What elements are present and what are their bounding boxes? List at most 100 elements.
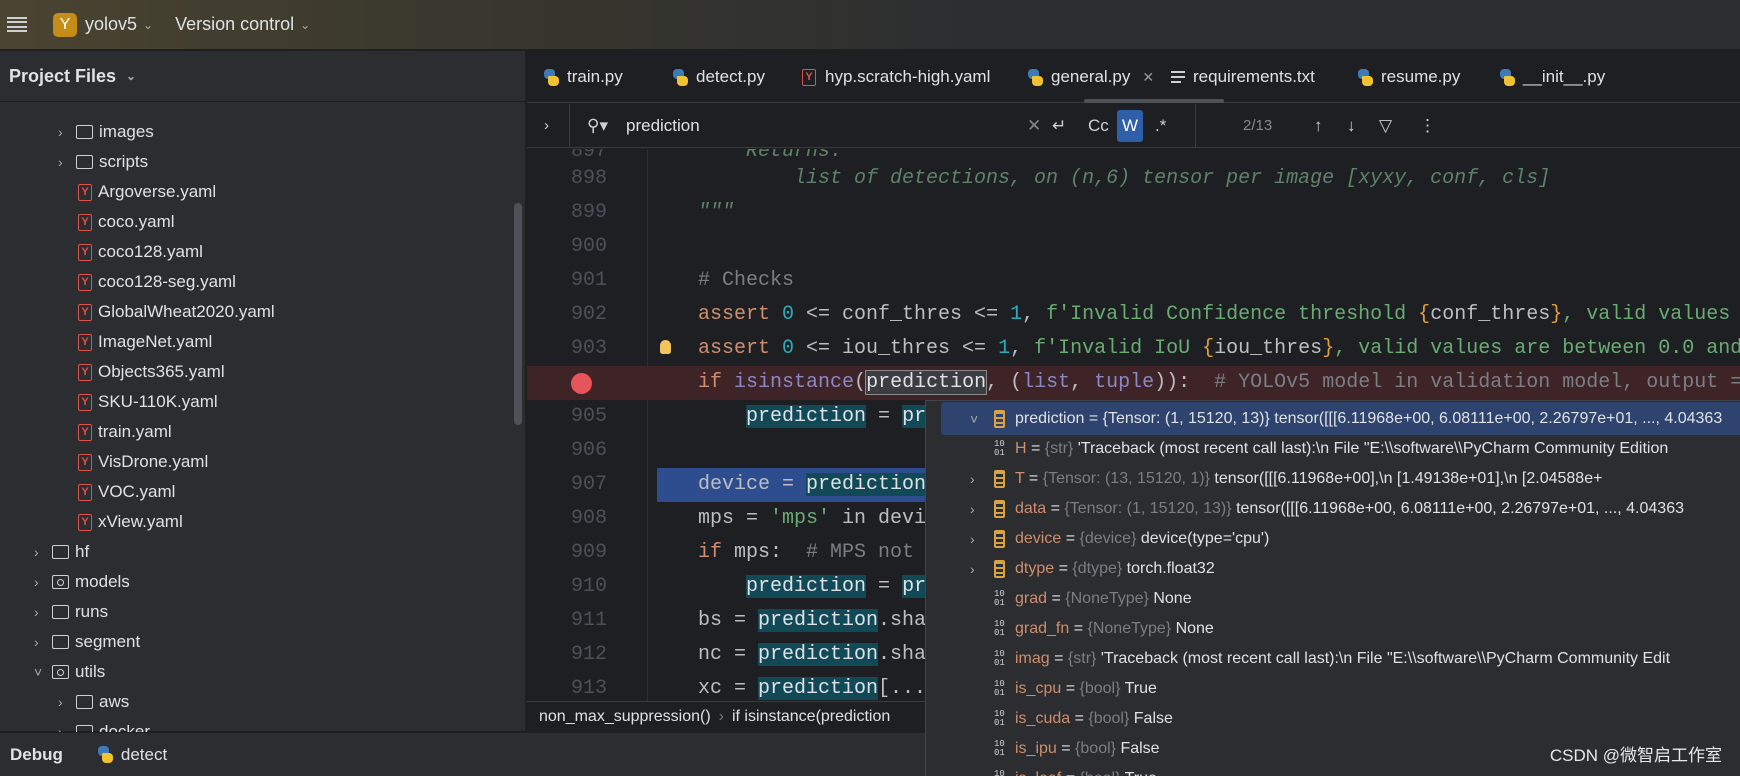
tree-item-aws[interactable]: › aws <box>58 687 129 717</box>
tree-item-sku-110k-yaml[interactable]: Y SKU-110K.yaml <box>78 387 218 417</box>
line-number[interactable]: 902 <box>557 298 607 332</box>
regex-toggle[interactable]: .* <box>1155 116 1166 136</box>
line-number[interactable]: 907 <box>557 468 607 502</box>
chevron-right-icon[interactable]: › <box>970 501 975 517</box>
tree-item-segment[interactable]: › segment <box>34 627 140 657</box>
line-number[interactable]: 901 <box>557 264 607 298</box>
tree-item-models[interactable]: › models <box>34 567 130 597</box>
tree-item-label: train.yaml <box>98 422 172 441</box>
close-tab-icon[interactable]: ✕ <box>1142 69 1154 86</box>
tab-hyp-scratch-high-yaml[interactable]: Yhyp.scratch-high.yaml <box>802 51 990 103</box>
sidebar-scrollbar[interactable] <box>514 203 522 425</box>
line-number[interactable]: 903 <box>557 332 607 366</box>
line-number[interactable]: 913 <box>557 672 607 701</box>
yaml-file-icon: Y <box>802 68 816 86</box>
line-number[interactable]: 898 <box>557 162 607 196</box>
tab-requirements-txt[interactable]: requirements.txt <box>1171 51 1315 103</box>
filter-icon[interactable]: ▽ <box>1379 116 1392 136</box>
chevron-right-icon[interactable]: › <box>34 634 52 650</box>
search-input[interactable]: prediction <box>626 116 700 136</box>
line-number[interactable]: 900 <box>557 230 607 264</box>
primitive-field-icon: 1001 <box>994 738 1005 758</box>
code-token: , ( <box>986 371 1023 394</box>
chevron-right-icon[interactable]: › <box>58 154 76 170</box>
line-number[interactable]: 906 <box>557 434 607 468</box>
tree-item-coco-yaml[interactable]: Ycoco.yaml <box>78 207 175 237</box>
chevron-right-icon[interactable]: › <box>58 124 76 140</box>
tab--init-py[interactable]: __init__.py <box>1499 51 1605 103</box>
variable-row-dtype[interactable]: › dtype = {dtype} torch.float32 <box>926 552 1740 585</box>
lightbulb-icon[interactable] <box>660 340 671 354</box>
tab-resume-py[interactable]: resume.py <box>1357 51 1460 103</box>
chevron-down-icon[interactable]: ˅ <box>34 664 52 680</box>
code-token: { <box>1418 303 1431 326</box>
line-number[interactable]: 910 <box>557 570 607 604</box>
tree-item-objects365-yaml[interactable]: Y Objects365.yaml <box>78 357 225 387</box>
chevron-right-icon[interactable]: › <box>34 544 52 560</box>
search-icon[interactable]: ⚲▾ <box>587 116 608 136</box>
chevron-down-icon[interactable]: ⌄ <box>300 18 310 32</box>
more-options-icon[interactable]: ⋮ <box>1419 116 1436 136</box>
main-menu-icon[interactable] <box>7 16 27 33</box>
tree-item-utils[interactable]: ˅ utils <box>34 657 105 687</box>
tree-item-argoverse-yaml[interactable]: Y Argoverse.yaml <box>78 177 216 207</box>
line-number[interactable]: 899 <box>557 196 607 230</box>
chevron-right-icon[interactable]: › <box>970 471 975 487</box>
chevron-right-icon[interactable]: › <box>34 574 52 590</box>
tree-item-coco128-yaml[interactable]: Ycoco128.yaml <box>78 237 203 267</box>
variable-row-H[interactable]: 10 01 H = {str} 'Traceback (most recent ca… <box>926 432 1740 465</box>
chevron-right-icon[interactable]: › <box>970 561 975 577</box>
code-token: prediction <box>865 370 988 395</box>
line-number[interactable]: 908 <box>557 502 607 536</box>
version-control-menu[interactable]: Version control <box>175 14 294 35</box>
chevron-down-icon[interactable]: ⌄ <box>126 69 136 83</box>
breadcrumb-statement[interactable]: if isinstance(prediction <box>732 708 890 726</box>
clear-search-icon[interactable]: ✕ <box>1027 116 1041 136</box>
variable-row-prediction[interactable]: ˅ prediction = {Tensor: (1, 15120, 13)} t… <box>941 402 1740 435</box>
tree-item-globalwheat2020-yaml[interactable]: Y GlobalWheat2020.yaml <box>78 297 275 327</box>
chevron-right-icon[interactable]: › <box>970 531 975 547</box>
tree-item-train-yaml[interactable]: Ytrain.yaml <box>78 417 172 447</box>
tab-general-py[interactable]: general.py ✕ <box>1027 51 1154 103</box>
breakpoint-icon[interactable] <box>571 373 592 394</box>
project-panel-header[interactable]: Project Files ⌄ <box>0 51 525 102</box>
tab-train-py[interactable]: train.py <box>543 51 623 103</box>
tree-item-hf[interactable]: › hf <box>34 537 89 567</box>
chevron-right-icon[interactable]: › <box>58 694 76 710</box>
line-number[interactable]: 909 <box>557 536 607 570</box>
new-line-icon[interactable]: ↵ <box>1052 116 1066 136</box>
variable-row-T[interactable]: › T = {Tensor: (13, 15120, 1)} tensor([[[… <box>926 462 1740 495</box>
match-case-toggle[interactable]: Cc <box>1088 116 1109 136</box>
next-match-icon[interactable]: ↓ <box>1347 116 1356 136</box>
expand-replace-icon[interactable]: › <box>544 117 549 134</box>
tabs-scrollbar[interactable] <box>1084 99 1224 103</box>
chevron-down-icon[interactable]: ˅ <box>970 411 978 427</box>
variable-row-grad_fn[interactable]: 10 01 grad_fn = {NoneType} None <box>926 612 1740 645</box>
debug-session-tab[interactable]: detect <box>121 745 167 765</box>
variable-row-data[interactable]: › data = {Tensor: (1, 15120, 13)} tensor(… <box>926 492 1740 525</box>
tree-item-coco128-seg-yaml[interactable]: Ycoco128-seg.yaml <box>78 267 236 297</box>
tree-item-imagenet-yaml[interactable]: Y ImageNet.yaml <box>78 327 212 357</box>
tab-detect-py[interactable]: detect.py <box>672 51 765 103</box>
variable-row-device[interactable]: › device = {device} device(type='cpu') <box>926 522 1740 555</box>
line-number[interactable]: 905 <box>557 400 607 434</box>
tree-item-voc-yaml[interactable]: Y VOC.yaml <box>78 477 175 507</box>
variable-row-grad[interactable]: 10 01 grad = {NoneType} None <box>926 582 1740 615</box>
tree-item-scripts[interactable]: › scripts <box>58 147 148 177</box>
variable-row-is_cuda[interactable]: 10 01 is_cuda = {bool} False <box>926 702 1740 735</box>
chevron-down-icon[interactable]: ⌄ <box>143 18 153 32</box>
breadcrumb-function[interactable]: non_max_suppression() <box>539 708 711 726</box>
previous-match-icon[interactable]: ↑ <box>1314 116 1323 136</box>
whole-words-toggle[interactable]: W <box>1117 110 1144 142</box>
tree-item-xview-yaml[interactable]: YxView.yaml <box>78 507 183 537</box>
project-switcher[interactable]: yolov5 <box>85 14 137 35</box>
variable-row-imag[interactable]: 10 01 imag = {str} 'Traceback (most recent… <box>926 642 1740 675</box>
variable-row-is_cpu[interactable]: 10 01 is_cpu = {bool} True <box>926 672 1740 705</box>
line-number[interactable]: 912 <box>557 638 607 672</box>
tree-item-images[interactable]: › images <box>58 117 154 147</box>
tree-item-runs[interactable]: › runs <box>34 597 108 627</box>
chevron-right-icon[interactable]: › <box>34 604 52 620</box>
line-number[interactable]: 911 <box>557 604 607 638</box>
tree-item-visdrone-yaml[interactable]: Y VisDrone.yaml <box>78 447 208 477</box>
debug-title[interactable]: Debug <box>10 745 63 765</box>
